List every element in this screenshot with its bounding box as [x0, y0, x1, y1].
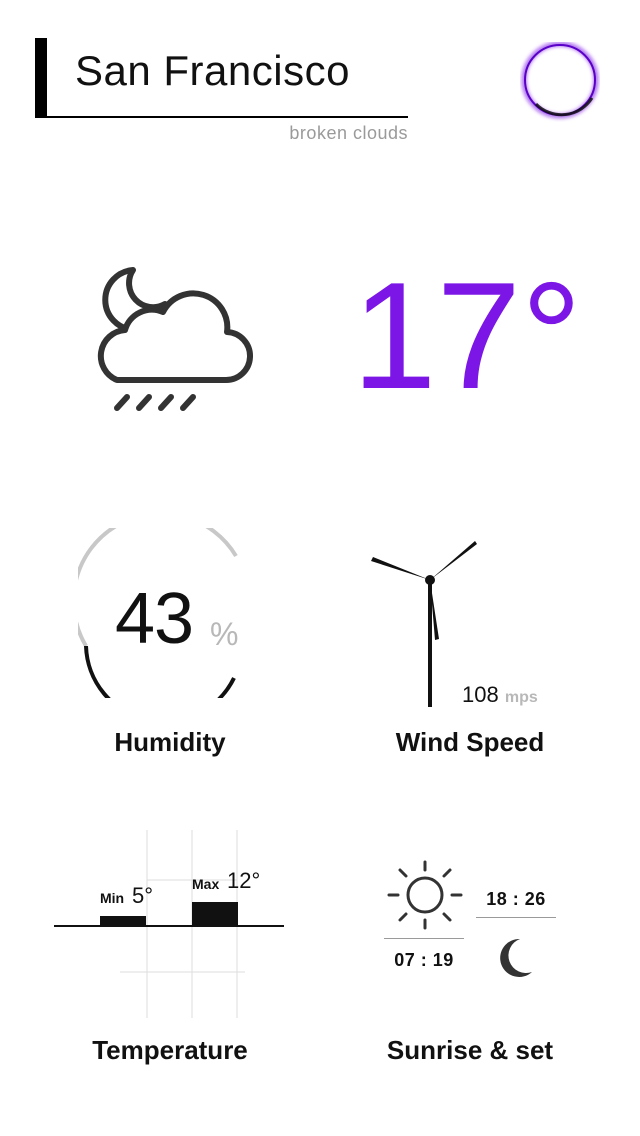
- wind-speed-label: Wind Speed: [395, 727, 545, 757]
- min-temp-label: Min: [100, 890, 124, 906]
- current-temperature: 17°: [352, 262, 582, 402]
- sunrise-time: 07 : 19: [394, 950, 454, 970]
- min-temp-value: 5°: [132, 883, 153, 908]
- sunrise-divider: [384, 938, 464, 939]
- wind-speed-unit: mps: [504, 689, 538, 706]
- max-temp-label: Max: [192, 876, 219, 892]
- max-temp-bar: [192, 902, 238, 926]
- moon-icon: [500, 938, 532, 977]
- sunset-time: 18 : 26: [486, 889, 546, 909]
- moon-cloud-rain-icon: [97, 267, 253, 411]
- refresh-ring-icon[interactable]: [520, 42, 600, 122]
- temperature-label: Temperature: [92, 1035, 248, 1065]
- weather-description: broken clouds: [289, 123, 408, 143]
- svg-text:17°: 17°: [352, 262, 582, 402]
- sun-icon: [387, 860, 463, 930]
- header-accent-bar: [35, 38, 47, 118]
- sunset-divider: [476, 917, 556, 918]
- temperature-range-chart: Min 5° Max 12°: [54, 830, 284, 1018]
- max-temp-value: 12°: [227, 868, 260, 893]
- humidity-value: 43: [115, 579, 194, 659]
- humidity-unit: %: [210, 616, 239, 652]
- min-temp-bar: [100, 916, 146, 926]
- city-name[interactable]: San Francisco: [75, 50, 350, 92]
- sunrise-sunset-label: Sunrise & set: [386, 1035, 554, 1065]
- humidity-label: Humidity: [114, 727, 226, 757]
- wind-speed-value: 108 mps: [462, 682, 538, 707]
- header-divider: [35, 116, 408, 118]
